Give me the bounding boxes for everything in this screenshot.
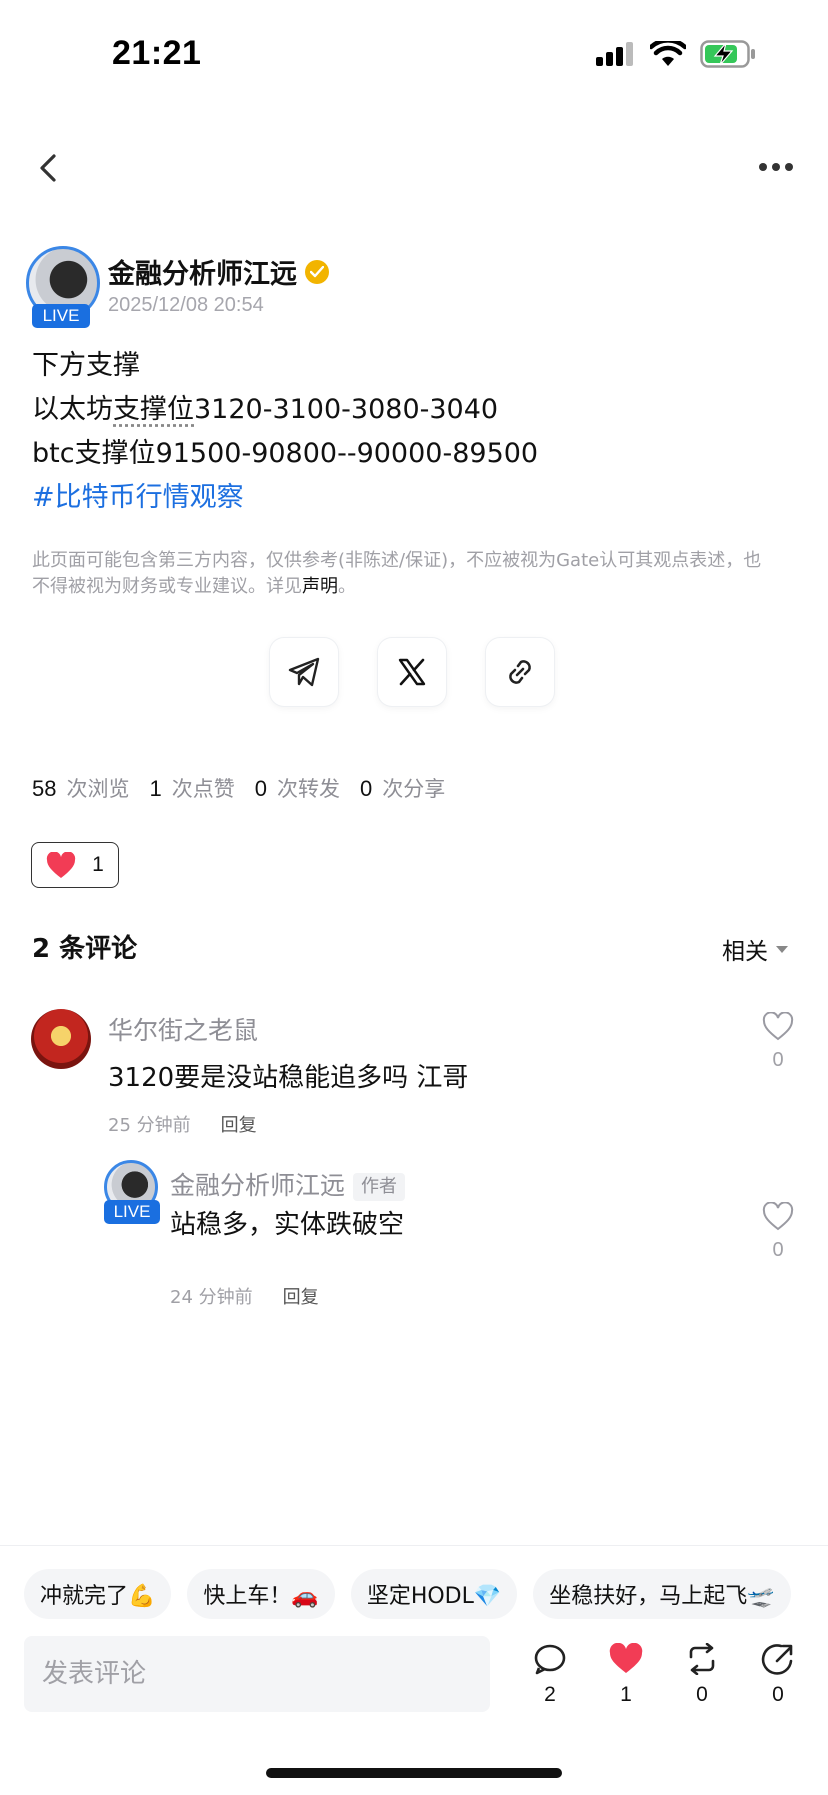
telegram-icon (288, 657, 320, 687)
reply-button[interactable]: 回复 (221, 1111, 257, 1137)
like-action-button[interactable]: 1 (596, 1642, 656, 1707)
share-action-count: 0 (772, 1683, 784, 1706)
reaction-like-button[interactable]: 1 (31, 842, 119, 888)
share-arrow-icon (761, 1644, 793, 1675)
comment-meta: 25 分钟前 回复 (108, 1111, 257, 1137)
reposts-label: 次转发 (276, 777, 340, 801)
reply-like-count: 0 (772, 1239, 784, 1261)
x-logo-icon (398, 658, 426, 686)
quick-reply-chip[interactable]: 坐稳扶好，马上起飞🛫 (533, 1569, 791, 1619)
back-button[interactable] (30, 148, 66, 188)
reposts-count: 0 (254, 776, 267, 801)
more-button[interactable] (754, 152, 798, 182)
replier-name-text: 金融分析师江远 (170, 1171, 346, 1200)
term-link[interactable]: 支撑位 (113, 394, 194, 425)
heart-outline-icon (762, 1011, 794, 1041)
signal-icon (596, 42, 633, 66)
views-label: 次浏览 (66, 777, 130, 801)
post-text: 3120-3100-3080-3040 (194, 394, 499, 425)
reply-text: 站稳多，实体跌破空 (170, 1210, 405, 1240)
post-text: 以太坊 (32, 394, 113, 425)
share-row (270, 638, 554, 706)
share-telegram-button[interactable] (270, 638, 338, 706)
more-dots-icon (759, 163, 793, 171)
hashtag-link[interactable]: #比特币行情观察 (32, 476, 802, 520)
author-name[interactable]: 金融分析师江远 (108, 252, 329, 291)
battery-charging-icon (700, 40, 755, 68)
status-icons (596, 40, 756, 68)
views-count: 58 (32, 776, 57, 801)
commenter-avatar[interactable] (31, 1009, 91, 1069)
comments-action-count: 2 (544, 1683, 556, 1706)
sort-label: 相关 (722, 939, 768, 965)
disclaimer-link[interactable]: 声明 (302, 576, 338, 597)
repost-icon (689, 1642, 715, 1676)
post-author[interactable]: LIVE 金融分析师江远 2025/12/08 20:54 (26, 246, 802, 336)
quick-replies: 冲就完了💪 快上车！🚗 坚定HODL💎 坐稳扶好，马上起飞🛫 (24, 1569, 791, 1619)
heart-outline-icon (762, 1201, 794, 1231)
replier-name[interactable]: 金融分析师江远 作者 (170, 1166, 406, 1202)
likes-count: 1 (149, 776, 162, 801)
disclaimer-text: 此页面可能包含第三方内容，仅供参考(非陈述/保证)，不应被视为Gate认可其观点… (32, 550, 762, 597)
post-line: 下方支撑 (32, 350, 140, 381)
comment-like-count: 0 (772, 1049, 784, 1071)
status-bar: 21:21 (0, 0, 828, 110)
comment-input[interactable] (24, 1636, 490, 1712)
repost-action-count: 0 (696, 1683, 708, 1706)
like-action-count: 1 (620, 1683, 632, 1706)
author-tag: 作者 (353, 1173, 406, 1201)
status-time: 21:21 (112, 34, 202, 72)
verified-icon (305, 259, 329, 284)
post-line: 以太坊支撑位3120-3100-3080-3040 (32, 388, 802, 432)
link-icon (509, 660, 531, 684)
divider (0, 1545, 828, 1546)
wifi-icon (650, 41, 686, 66)
caret-down-icon (776, 945, 788, 953)
copy-link-button[interactable] (486, 638, 554, 706)
comment-text: 3120要是没站稳能追多吗 江哥 (108, 1063, 469, 1093)
shares-count: 0 (359, 776, 373, 801)
author-name-text: 金融分析师江远 (108, 259, 297, 290)
post-content: 下方支撑 以太坊支撑位3120-3100-3080-3040 btc支撑位915… (32, 344, 802, 520)
quick-reply-chip[interactable]: 快上车！🚗 (187, 1569, 335, 1619)
repost-action-button[interactable]: 0 (672, 1642, 732, 1707)
reply-meta: 24 分钟前 回复 (170, 1283, 319, 1309)
post-stats: 58 次浏览 1 次点赞 0 次转发 0 次分享 (32, 773, 465, 803)
comment-like-button[interactable]: 0 (758, 1011, 798, 1072)
likes-label: 次点赞 (171, 777, 235, 801)
reaction-count: 1 (92, 853, 104, 876)
home-indicator (266, 1768, 562, 1778)
post-timestamp: 2025/12/08 20:54 (108, 294, 264, 316)
disclaimer: 此页面可能包含第三方内容，仅供参考(非陈述/保证)，不应被视为Gate认可其观点… (32, 548, 772, 600)
comment-time: 25 分钟前 (108, 1115, 191, 1136)
comments-action-button[interactable]: 2 (520, 1643, 580, 1707)
heart-icon (47, 851, 76, 878)
post-line: btc支撑位91500-90800--90000-89500 (32, 438, 539, 469)
sort-dropdown[interactable]: 相关 (722, 932, 788, 966)
quick-reply-chip[interactable]: 坚定HODL💎 (350, 1569, 518, 1619)
quick-reply-chip[interactable]: 冲就完了💪 (24, 1569, 172, 1619)
reply-button[interactable]: 回复 (283, 1283, 319, 1309)
reply-time: 24 分钟前 (170, 1287, 253, 1308)
author-avatar[interactable]: LIVE (26, 246, 100, 328)
commenter-name[interactable]: 华尔街之老鼠 (108, 1011, 258, 1047)
chevron-left-icon (40, 154, 56, 182)
heart-filled-icon (609, 1642, 643, 1673)
comment-bubble-icon (534, 1644, 566, 1675)
share-action-button[interactable]: 0 (748, 1643, 808, 1707)
live-badge: LIVE (32, 304, 90, 328)
reply-like-button[interactable]: 0 (758, 1201, 798, 1262)
live-badge: LIVE (104, 1200, 160, 1224)
shares-label: 次分享 (382, 777, 446, 801)
disclaimer-end: 。 (338, 576, 356, 597)
share-x-button[interactable] (378, 638, 446, 706)
comments-title: 2 条评论 (32, 934, 138, 964)
